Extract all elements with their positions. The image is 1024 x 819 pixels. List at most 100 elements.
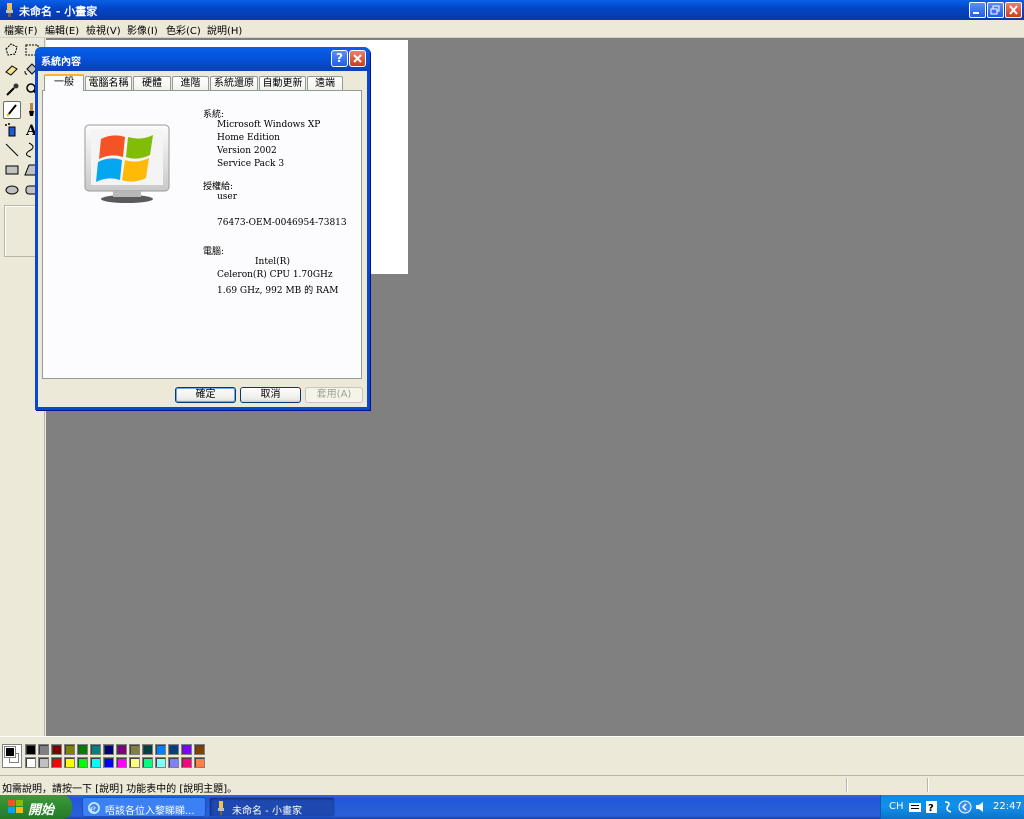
eraser-tool[interactable] xyxy=(3,61,21,79)
restore-button[interactable] xyxy=(987,2,1004,18)
window-titlebar[interactable]: 未命名 - 小畫家 xyxy=(0,0,1024,20)
tab-advanced[interactable]: 進階 xyxy=(172,76,209,91)
color-swatch[interactable] xyxy=(77,744,88,755)
color-swatch[interactable] xyxy=(116,744,127,755)
dialog-tab-strip: 一般 電腦名稱 硬體 進階 系統還原 自動更新 遠端 xyxy=(42,74,366,91)
color-swatch[interactable] xyxy=(142,757,153,768)
color-swatch[interactable] xyxy=(103,744,114,755)
product-id: 76473-OEM-0046954-73813 xyxy=(217,218,347,228)
color-swatch[interactable] xyxy=(51,757,62,768)
tab-computer-name[interactable]: 電腦名稱 xyxy=(85,76,132,91)
os-service-pack: Service Pack 3 xyxy=(217,159,285,169)
cpu-vendor: Intel(R) xyxy=(255,257,290,267)
color-swatch[interactable] xyxy=(25,744,36,755)
menu-edit[interactable]: 編輯(E) xyxy=(45,22,79,37)
ok-button[interactable]: 確定 xyxy=(175,387,236,403)
start-label: 開始 xyxy=(28,803,55,818)
color-palette xyxy=(0,736,1024,774)
restore-icon xyxy=(990,5,1000,15)
menu-help[interactable]: 說明(H) xyxy=(207,22,242,37)
color-swatch[interactable] xyxy=(51,744,62,755)
pencil-icon xyxy=(6,104,17,117)
os-version: Version 2002 xyxy=(217,146,277,156)
current-colors[interactable] xyxy=(2,744,22,768)
color-swatch[interactable] xyxy=(142,744,153,755)
taskbar: 開始 e 唔該各位入黎睇睇... 未命名 - 小畫家 CH ? 22:47 xyxy=(0,795,1024,819)
color-swatch[interactable] xyxy=(103,757,114,768)
tab-automatic-updates[interactable]: 自動更新 xyxy=(259,76,306,91)
airbrush-icon xyxy=(5,123,16,137)
tab-remote[interactable]: 遠端 xyxy=(307,76,343,91)
airbrush-tool[interactable] xyxy=(3,121,21,139)
color-swatch[interactable] xyxy=(168,744,179,755)
windows-logo-monitor-icon xyxy=(84,124,170,203)
taskbar-item-browser[interactable]: e 唔該各位入黎睇睇... xyxy=(82,797,206,817)
color-swatch[interactable] xyxy=(129,744,140,755)
color-swatch[interactable] xyxy=(116,757,127,768)
os-edition: Home Edition xyxy=(217,133,280,143)
line-icon xyxy=(5,143,19,157)
color-swatch[interactable] xyxy=(168,757,179,768)
color-swatch[interactable] xyxy=(181,757,192,768)
dialog-close-button[interactable] xyxy=(349,50,366,67)
computer-label: 電腦: xyxy=(203,247,225,257)
windows-flag-icon xyxy=(8,800,23,813)
tab-general[interactable]: 一般 xyxy=(44,74,84,91)
color-swatch[interactable] xyxy=(38,757,49,768)
menu-colors[interactable]: 色彩(C) xyxy=(166,22,201,37)
color-swatch[interactable] xyxy=(155,744,166,755)
system-label: 系統: xyxy=(203,110,225,120)
color-swatch[interactable] xyxy=(129,757,140,768)
paint-app-icon xyxy=(6,3,13,17)
general-tab-panel: 系統: Microsoft Windows XP Home Edition Ve… xyxy=(42,90,362,379)
dialog-help-button[interactable]: ? xyxy=(331,50,348,67)
apply-button[interactable]: 套用(A) xyxy=(305,387,363,403)
color-swatch[interactable] xyxy=(64,744,75,755)
tab-hardware[interactable]: 硬體 xyxy=(133,76,171,91)
ellipse-icon xyxy=(5,185,19,195)
ellipse-tool[interactable] xyxy=(3,181,21,199)
speaker-icon[interactable] xyxy=(975,801,987,813)
volume-icon[interactable] xyxy=(958,800,972,814)
tab-system-restore[interactable]: 系統還原 xyxy=(210,76,258,91)
close-icon xyxy=(1009,5,1018,15)
color-swatch[interactable] xyxy=(25,757,36,768)
window-title: 未命名 - 小畫家 xyxy=(19,5,98,18)
color-swatch[interactable] xyxy=(64,757,75,768)
input-language-indicator[interactable]: CH xyxy=(889,801,904,812)
menu-view[interactable]: 檢視(V) xyxy=(86,22,121,37)
color-swatch[interactable] xyxy=(77,757,88,768)
paint-app-icon xyxy=(218,801,224,815)
menu-image[interactable]: 影像(I) xyxy=(127,22,158,37)
color-swatch[interactable] xyxy=(181,744,192,755)
free-select-tool[interactable] xyxy=(3,41,21,59)
start-button[interactable]: 開始 xyxy=(0,795,72,819)
keyboard-icon[interactable] xyxy=(909,803,921,812)
rectangle-icon xyxy=(5,165,19,175)
color-swatch[interactable] xyxy=(155,757,166,768)
color-swatch[interactable] xyxy=(38,744,49,755)
close-button[interactable] xyxy=(1005,2,1022,18)
clock[interactable]: 22:47 xyxy=(993,801,1022,812)
pencil-tool[interactable] xyxy=(3,101,21,119)
help-icon: ? xyxy=(336,51,343,65)
internet-explorer-icon: e xyxy=(88,802,100,815)
color-swatch[interactable] xyxy=(90,757,101,768)
color-swatch[interactable] xyxy=(194,744,205,755)
color-swatch[interactable] xyxy=(90,744,101,755)
taskbar-item-paint[interactable]: 未命名 - 小畫家 xyxy=(209,797,335,817)
rectangle-tool[interactable] xyxy=(3,161,21,179)
help-icon[interactable]: ? xyxy=(926,801,937,813)
status-text: 如需說明，請按一下 [說明] 功能表中的 [說明主題]。 xyxy=(2,784,238,795)
network-icon[interactable] xyxy=(943,800,953,814)
color-picker-tool[interactable] xyxy=(3,81,21,99)
cancel-button[interactable]: 取消 xyxy=(240,387,301,403)
minimize-button[interactable] xyxy=(969,2,986,18)
system-tray: CH ? 22:47 xyxy=(880,795,1024,819)
system-properties-dialog: 系統內容 ? 一般 電腦名稱 硬體 進階 系統還原 自動更新 遠端 系統: Mi… xyxy=(35,47,370,410)
os-name: Microsoft Windows XP xyxy=(217,120,321,130)
color-swatch[interactable] xyxy=(194,757,205,768)
dialog-titlebar[interactable]: 系統內容 ? xyxy=(35,47,370,71)
line-tool[interactable] xyxy=(3,141,21,159)
menu-file[interactable]: 檔案(F) xyxy=(4,22,38,37)
